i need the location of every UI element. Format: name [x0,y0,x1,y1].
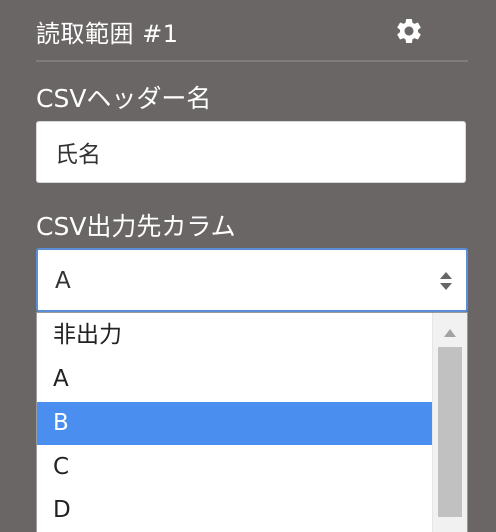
option-none[interactable]: 非出力 [37,314,434,357]
csv-header-label: CSVヘッダー名 [36,84,212,113]
gear-icon[interactable] [394,16,424,46]
dropdown-option-list: 非出力 A B C D [36,312,468,532]
option-d[interactable]: D [37,489,434,532]
option-b[interactable]: B [37,402,434,445]
dropdown-scrollbar[interactable] [432,313,467,532]
section-header: 読取範囲 #1 [36,6,468,62]
section-title: 読取範囲 #1 [36,20,179,48]
csv-output-column-select[interactable]: A [36,248,468,312]
settings-panel: 読取範囲 #1 CSVヘッダー名 CSV出力先カラム A 非出力 A B C D [0,0,496,532]
select-current-value: A [55,268,71,294]
scroll-up-arrow-icon[interactable] [443,323,457,337]
csv-header-input[interactable] [36,121,466,183]
sort-arrows-icon [438,270,454,292]
csv-output-column-label: CSV出力先カラム [36,212,236,241]
option-c[interactable]: C [37,446,434,489]
option-a[interactable]: A [37,358,434,401]
scrollbar-thumb[interactable] [438,347,462,517]
